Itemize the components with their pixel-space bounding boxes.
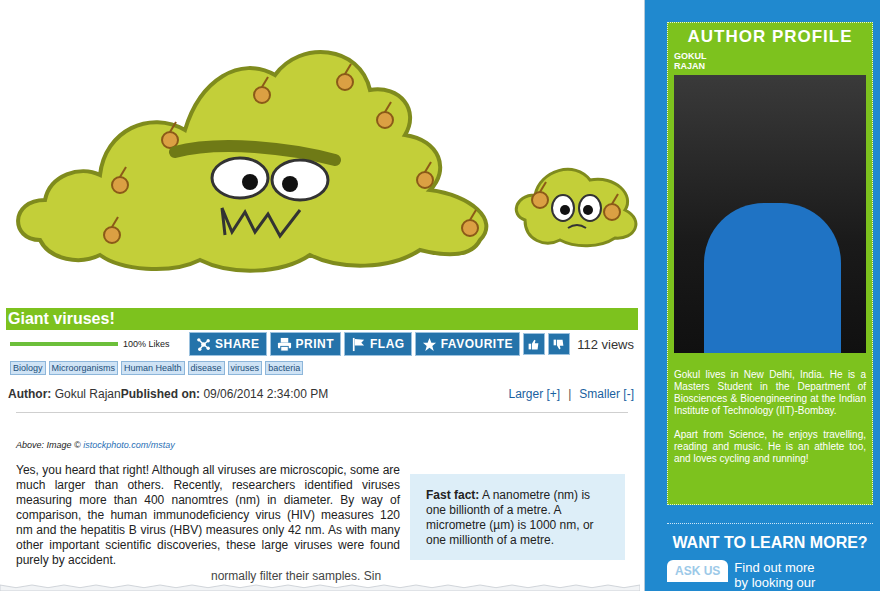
likes-fill <box>10 342 118 346</box>
flag-icon <box>351 337 366 352</box>
image-caption: Above: Image © istockphoto.com/mstay <box>6 440 638 452</box>
size-separator: | <box>568 387 571 401</box>
learn-more-box[interactable]: ASK US Find out moreby looking our <box>667 560 873 590</box>
tag-list: BiologyMicroorganismsHuman Healthdisease… <box>6 361 638 375</box>
thumbs-up-button[interactable] <box>523 333 545 355</box>
thumbs-up-icon <box>527 338 540 351</box>
action-button[interactable]: FLAG <box>344 332 412 356</box>
printer-icon <box>277 337 292 352</box>
caption-link[interactable]: istockphoto.com/mstay <box>83 440 175 450</box>
tag[interactable]: bacteria <box>265 361 303 375</box>
action-button[interactable]: FAVOURITE <box>415 332 520 356</box>
likes-meter: 100% Likes <box>6 339 186 349</box>
article-body: Yes, you heard that right! Although all … <box>6 463 638 568</box>
paragraph: Yes, you heard that right! Although all … <box>16 463 400 568</box>
author-profile: AUTHOR PROFILE GOKULRAJAN Gokul lives in N… <box>667 22 873 505</box>
author-bio: Apart from Science, he enjoys travelling… <box>674 429 866 465</box>
author-info: Author: Gokul RajanPublished on: 09/06/2… <box>8 387 328 401</box>
author-photo <box>674 75 866 353</box>
likes-label: 100% Likes <box>123 339 170 349</box>
thumbs-down-icon <box>552 338 565 351</box>
divider <box>16 412 628 413</box>
star-icon <box>422 337 437 352</box>
byline: Author: Gokul RajanPublished on: 09/06/2… <box>6 386 638 401</box>
page: Giant viruses! 100% Likes SHAREPRINTFLAGFA… <box>0 0 880 591</box>
sidebar: AUTHOR PROFILE GOKULRAJAN Gokul lives in N… <box>645 0 880 591</box>
author-bio: Gokul lives in New Delhi, India. He is a… <box>674 369 866 417</box>
tag[interactable]: Microorganisms <box>49 361 119 375</box>
learn-more-heading: WANT TO LEARN MORE? <box>667 532 873 554</box>
virus-cartoon-icon <box>6 0 639 304</box>
profile-heading: AUTHOR PROFILE <box>674 27 866 47</box>
tag[interactable]: Human Health <box>121 361 185 375</box>
action-button[interactable]: SHARE <box>189 332 267 356</box>
tag[interactable]: Biology <box>10 361 46 375</box>
hero-illustration <box>6 0 638 304</box>
share-icon <box>196 337 211 352</box>
article-toolbar: 100% Likes SHAREPRINTFLAGFAVOURITE 112 vie… <box>6 332 638 356</box>
likes-track <box>10 342 118 346</box>
larger-link[interactable]: Larger [+] <box>508 387 560 401</box>
text-size-controls: Larger [+] | Smaller [-] <box>508 387 634 401</box>
author-name: GOKULRAJAN <box>674 51 866 71</box>
thumbs-down-button[interactable] <box>548 333 570 355</box>
sidebar-divider <box>667 523 873 524</box>
ask-us-logo: ASK US <box>667 560 728 582</box>
tag[interactable]: viruses <box>228 361 263 375</box>
article-panel: Giant viruses! 100% Likes SHAREPRINTFLAGFA… <box>0 0 645 591</box>
fast-fact: Fast fact: A nanometre (nm) is one billi… <box>410 474 625 560</box>
torn-edge-icon <box>0 583 640 591</box>
paragraph-cut: normally filter their samples. Sin <box>6 570 638 583</box>
smaller-link[interactable]: Smaller [-] <box>579 387 634 401</box>
view-count: 112 views <box>577 337 638 352</box>
tag[interactable]: disease <box>188 361 225 375</box>
article-title: Giant viruses! <box>6 308 638 330</box>
learn-more-text: Find out moreby looking our <box>734 560 815 590</box>
action-button[interactable]: PRINT <box>270 332 342 356</box>
